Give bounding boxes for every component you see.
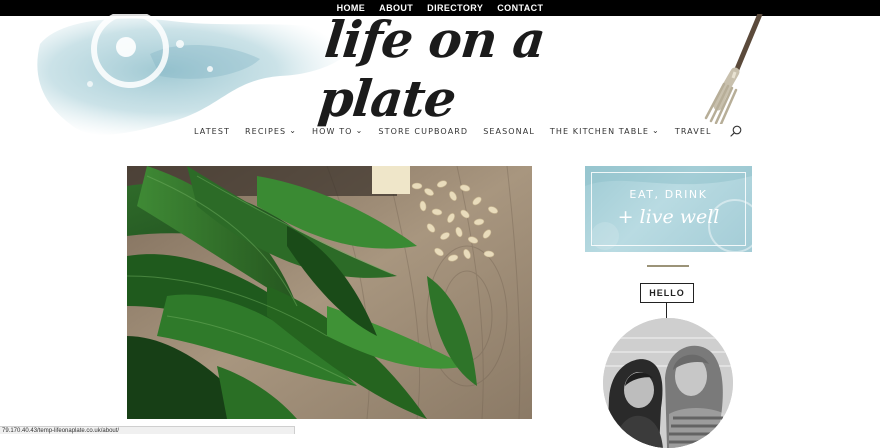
nav-item-label: STORE CUPBOARD	[378, 126, 469, 136]
featured-post-image[interactable]	[127, 166, 532, 419]
chevron-down-icon: ⌄	[355, 125, 364, 135]
nav-item-label: RECIPES	[245, 126, 287, 136]
nav-item-travel[interactable]: TRAVEL	[675, 127, 712, 136]
authors-avatar[interactable]	[603, 318, 733, 448]
chevron-down-icon: ⌄	[289, 125, 298, 135]
sidebar-divider	[647, 265, 689, 267]
nav-item-label: SEASONAL	[483, 126, 535, 136]
search-icon[interactable]	[729, 125, 742, 137]
eat-drink-live-well-banner[interactable]: EAT, DRINK + live well	[585, 166, 752, 252]
nav-item-how-to[interactable]: HOW TO ⌄	[312, 125, 364, 136]
nav-item-the-kitchen-table[interactable]: THE KITCHEN TABLE ⌄	[549, 125, 660, 136]
promo-heading: EAT, DRINK	[629, 188, 708, 201]
chevron-down-icon: ⌄	[652, 125, 660, 135]
nav-item-latest[interactable]: LATEST	[194, 127, 230, 136]
nav-item-label: TRAVEL	[674, 126, 712, 136]
hello-label: HELLO	[640, 283, 694, 303]
site-logo[interactable]: life on a plate	[316, 10, 577, 128]
promo-tagline: + live well	[617, 206, 720, 228]
nav-item-store-cupboard[interactable]: STORE CUPBOARD	[378, 127, 468, 136]
nav-item-label: THE KITCHEN TABLE	[549, 126, 650, 136]
nav-item-seasonal[interactable]: SEASONAL	[483, 127, 535, 136]
browser-status-bar: 79.170.40.43/temp-lifeonaplate.co.uk/abo…	[0, 426, 295, 434]
nav-item-label: LATEST	[194, 126, 230, 136]
main-navigation: LATEST RECIPES ⌄ HOW TO ⌄ STORE CUPBOARD…	[194, 124, 742, 138]
fork-image	[704, 14, 763, 124]
nav-item-recipes[interactable]: RECIPES ⌄	[245, 125, 298, 136]
nav-item-label: HOW TO	[312, 126, 353, 136]
